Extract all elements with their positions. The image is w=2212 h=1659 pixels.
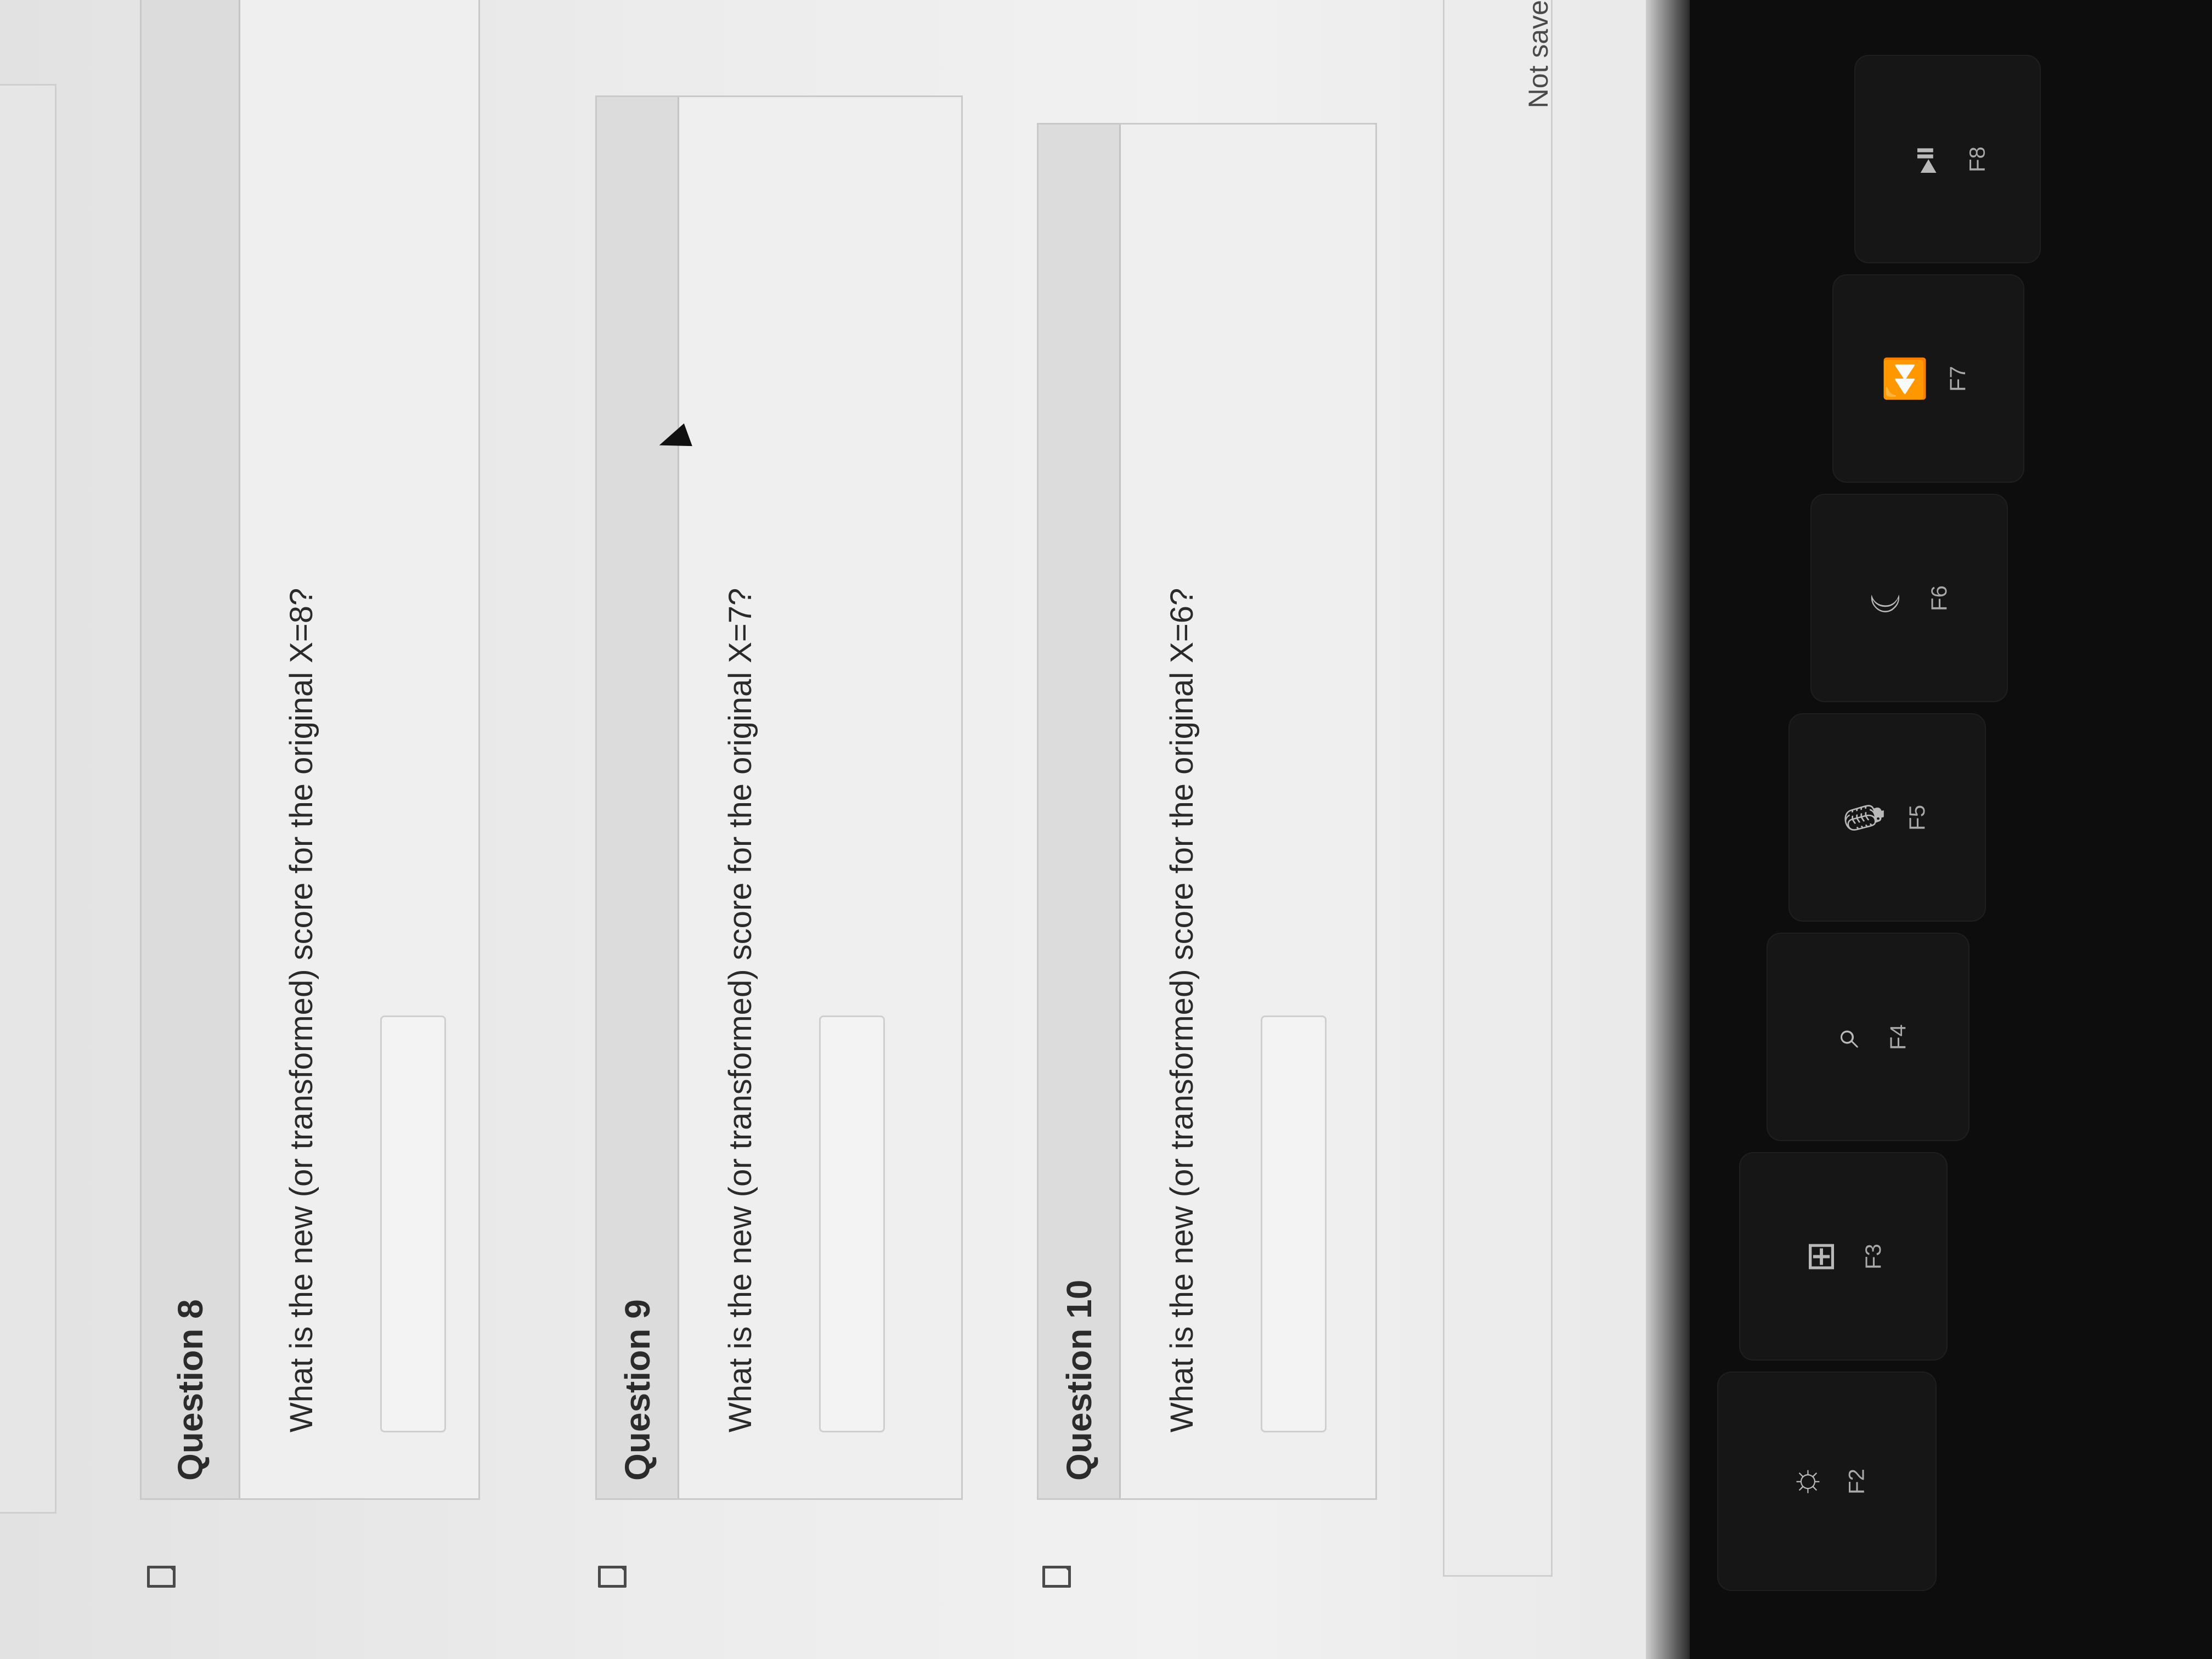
- spotlight-search-icon: ⌕: [1823, 1026, 1866, 1048]
- key-label: F6: [1927, 585, 1951, 611]
- key-label: F8: [1965, 146, 1990, 172]
- flag-question-icon[interactable]: [147, 1566, 176, 1588]
- laptop-screen: Question 8 What is the new (or transform…: [0, 0, 1679, 1659]
- quiz-page: Question 8 What is the new (or transform…: [0, 0, 1679, 1659]
- question-header: Question 8: [142, 0, 240, 1498]
- answer-input[interactable]: [1261, 1015, 1327, 1432]
- key-f6[interactable]: ☾ F6: [1810, 494, 2008, 702]
- answer-input[interactable]: [819, 1015, 885, 1432]
- key-label: F4: [1886, 1024, 1910, 1050]
- key-f7[interactable]: ⏪ F7: [1832, 274, 2024, 483]
- question-header: Question 9: [597, 97, 679, 1498]
- question-title: Question 9: [617, 1299, 657, 1481]
- key-f5[interactable]: 🎙 F5: [1788, 713, 1986, 922]
- do-not-disturb-moon-icon: ☾: [1864, 580, 1908, 616]
- laptop-keyboard: ☼ F2 ⊞ F3 ⌕ F4 🎙 F5 ☾ F6 ⏪ F7 ⏯ F8: [1690, 0, 2212, 1659]
- question-prompt: What is the new (or transformed) score f…: [723, 588, 758, 1432]
- quiz-footer-bar: [1443, 0, 1553, 1577]
- question-card-8: Question 8 What is the new (or transform…: [140, 0, 480, 1500]
- key-f4[interactable]: ⌕ F4: [1767, 933, 1970, 1141]
- flag-question-icon[interactable]: [1042, 1566, 1071, 1588]
- flag-question-icon[interactable]: [598, 1566, 627, 1588]
- play-pause-icon: ⏯: [1903, 144, 1946, 174]
- rewind-icon: ⏪: [1883, 354, 1927, 403]
- key-label: F3: [1861, 1243, 1886, 1269]
- answer-input[interactable]: [380, 1015, 446, 1432]
- question-card-10: Question 10 What is the new (or transfor…: [1037, 123, 1377, 1500]
- screen-bezel: [1646, 0, 1690, 1659]
- previous-question-card-edge: [0, 84, 57, 1514]
- key-f2[interactable]: ☼ F2: [1717, 1372, 1937, 1591]
- mission-control-icon: ⊞: [1798, 1240, 1842, 1273]
- save-status: Not save: [1523, 0, 1554, 109]
- key-f3[interactable]: ⊞ F3: [1739, 1152, 1948, 1361]
- question-prompt: What is the new (or transformed) score f…: [1164, 588, 1200, 1432]
- key-f8[interactable]: ⏯ F8: [1854, 55, 2041, 263]
- question-header: Question 10: [1039, 125, 1121, 1498]
- question-title: Question 8: [170, 1299, 210, 1481]
- question-title: Question 10: [1059, 1279, 1099, 1481]
- key-label: F7: [1946, 365, 1971, 392]
- question-prompt: What is the new (or transformed) score f…: [284, 588, 319, 1432]
- dictation-microphone-icon: 🎙: [1842, 793, 1886, 842]
- key-label: F2: [1844, 1468, 1869, 1494]
- question-card-9: Question 9 What is the new (or transform…: [595, 95, 963, 1500]
- brightness-up-icon: ☼: [1782, 1463, 1825, 1499]
- key-label: F5: [1905, 804, 1929, 831]
